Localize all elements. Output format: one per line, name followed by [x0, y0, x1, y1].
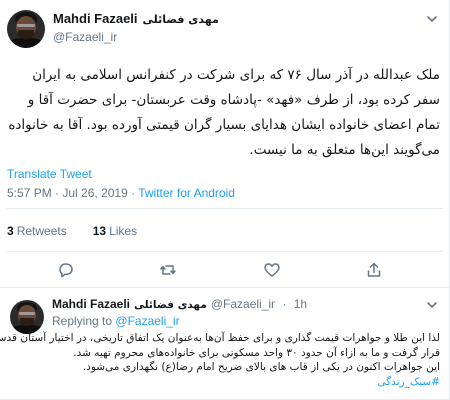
author-handle[interactable]: @Fazaeli_ir — [53, 30, 117, 44]
likes-label: Likes — [109, 224, 138, 238]
reply-time[interactable]: 1h — [294, 297, 307, 311]
likes-count: 13 — [92, 224, 107, 238]
tweet-date[interactable]: Jul 26, 2019 — [62, 186, 127, 200]
divider — [7, 208, 443, 209]
tweet-text-line: می‌گویند این‌ها متعلق به ما نیست. — [249, 142, 440, 158]
replying-label: Replying to — [52, 314, 113, 328]
replying-to: Replying to @Fazaeli_ir — [52, 314, 180, 328]
retweets-count: 3 — [7, 224, 14, 238]
tweet-text-line: تمام اعضای خانواده ایشان هدایای بسیار گر… — [8, 117, 440, 133]
reply-author-name[interactable]: Mahdi Fazaeli — [52, 297, 130, 311]
translate-tweet-link[interactable]: Translate Tweet — [7, 167, 92, 181]
chevron-down-icon[interactable] — [425, 12, 439, 26]
reply-author-handle[interactable]: @Fazaeli_ir — [211, 297, 275, 311]
tweet-text-line: ملک عبدالله در آذر سال ۷۶ که برای شرکت د… — [32, 67, 440, 83]
author-name-en[interactable]: Mahdi Fazaeli — [53, 11, 138, 26]
tweet-time[interactable]: 5:57 PM — [7, 186, 52, 200]
retweets-label: Retweets — [16, 224, 67, 238]
reply-text-line: لذا این طلا و جواهرات قیمت گذاری و برای … — [0, 332, 440, 344]
tweet-text-line: سفر کرده بود، از طرف «فهد» -پادشاه وقت ع… — [27, 92, 440, 108]
reply-text-line: این جواهرات اکنون در یکی از قاب های بالا… — [82, 361, 440, 373]
avatar[interactable] — [10, 300, 44, 334]
tweet-stats: 3 Retweets 13 Likes — [7, 224, 137, 238]
replying-to-handle[interactable]: @Fazaeli_ir — [115, 314, 179, 328]
reply-icon[interactable] — [56, 260, 76, 280]
reply-text-line: قرار گرفت و ما به ازاء آن حدود ۳۰ واحد م… — [73, 346, 440, 359]
share-icon[interactable] — [364, 260, 384, 280]
retweet-icon[interactable] — [158, 260, 178, 280]
divider — [7, 251, 443, 252]
main-tweet: Mahdi Fazaeli مهدی فضائلی @Fazaeli_ir ملک… — [0, 0, 450, 287]
author-name-fa[interactable]: مهدی فضائلی — [143, 13, 219, 26]
reply-text: لذا این طلا و جواهرات قیمت گذاری و برای … — [0, 331, 440, 390]
tweet-meta: 5:57 PM · Jul 26, 2019 · Twitter for And… — [7, 186, 235, 200]
reply-header: Mahdi Fazaeli مهدی فضائلی @Fazaeli_ir · 1h — [52, 297, 308, 311]
tweet-actions — [0, 260, 450, 282]
heart-icon[interactable] — [262, 260, 282, 280]
reply-author-name-fa[interactable]: مهدی فضائلی — [134, 299, 207, 311]
retweets-stat[interactable]: 3 Retweets — [7, 224, 67, 238]
likes-stat[interactable]: 13 Likes — [93, 224, 137, 238]
tweet-separator — [0, 287, 450, 288]
tweet-source[interactable]: Twitter for Android — [138, 186, 235, 200]
hashtag-link[interactable]: #سبک_زندگی — [12, 375, 440, 390]
author-name[interactable]: Mahdi Fazaeli مهدی فضائلی — [53, 11, 219, 26]
avatar[interactable] — [7, 10, 45, 48]
tweet-text: ملک عبدالله در آذر سال ۷۶ که برای شرکت د… — [8, 63, 440, 163]
chevron-down-icon[interactable] — [425, 298, 439, 312]
